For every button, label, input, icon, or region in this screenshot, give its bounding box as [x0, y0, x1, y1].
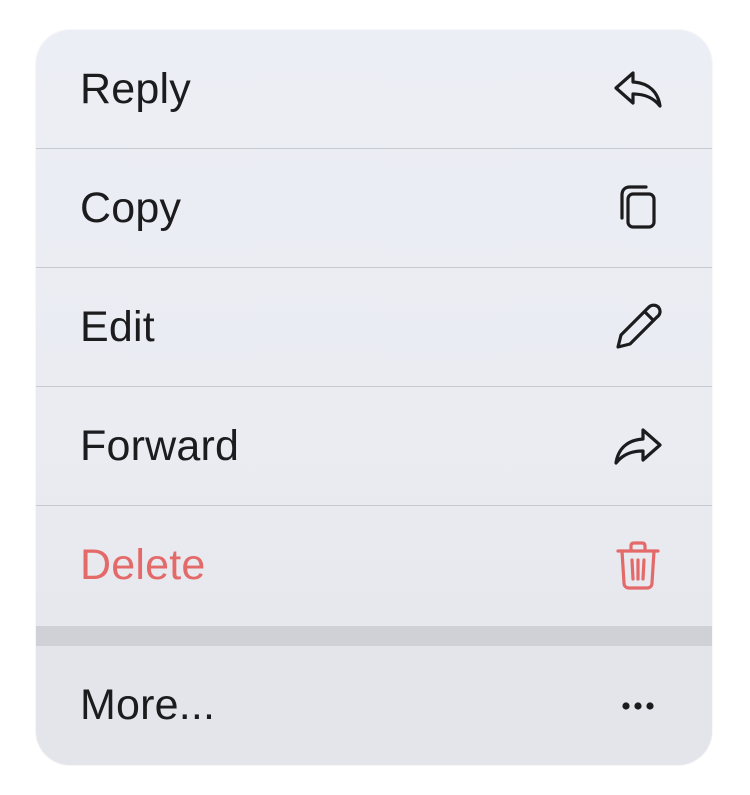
menu-item-more[interactable]: More...: [36, 646, 712, 765]
menu-item-delete[interactable]: Delete: [36, 506, 712, 624]
menu-item-label: Edit: [80, 302, 155, 351]
ellipsis-icon: [608, 676, 668, 736]
forward-icon: [608, 416, 668, 476]
menu-item-label: Forward: [80, 421, 240, 470]
menu-item-label: Copy: [80, 183, 182, 232]
group-separator: [36, 626, 712, 646]
menu-item-copy[interactable]: Copy: [36, 149, 712, 267]
menu-item-label: Reply: [80, 64, 191, 113]
menu-item-reply[interactable]: Reply: [36, 30, 712, 148]
menu-item-label: More...: [80, 681, 216, 729]
menu-item-label: Delete: [80, 540, 206, 589]
pencil-icon: [608, 297, 668, 357]
trash-icon: [608, 535, 668, 595]
menu-item-forward[interactable]: Forward: [36, 387, 712, 505]
context-menu: Reply Copy Edit Forward Delete More...: [36, 30, 712, 765]
menu-item-edit[interactable]: Edit: [36, 268, 712, 386]
reply-icon: [608, 59, 668, 119]
copy-icon: [608, 178, 668, 238]
